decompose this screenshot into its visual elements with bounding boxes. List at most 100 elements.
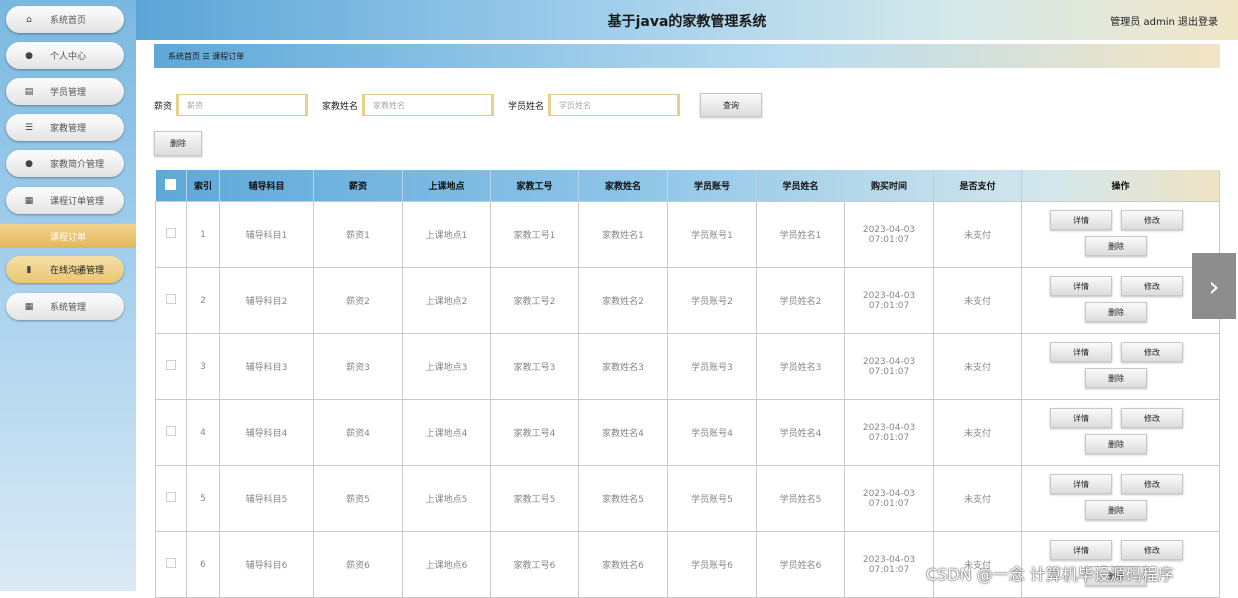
table-row: 4 辅导科目4 薪资4 上课地点4 家教工号4 家教姓名4 学员账号4 学员姓名4 2023-0…	[155, 399, 1220, 466]
row-select-cell[interactable]	[155, 531, 187, 598]
edit-button[interactable]: 修改	[1121, 276, 1183, 296]
user-icon: ●	[25, 50, 33, 61]
orders-table: 索引 辅导科目 薪资 上课地点 家教工号 家教姓名 学员账号 学员姓名 购买时间…	[155, 170, 1220, 598]
cell-index: 1	[186, 201, 220, 268]
actions-cell: 详情 修改删除	[1021, 201, 1220, 268]
sidebar-item-tutor-profiles[interactable]: ● 家教简介管理	[6, 150, 124, 177]
cell-paid: 未支付	[933, 333, 1022, 400]
cell-student-account: 学员账号3	[667, 333, 757, 400]
cell-student-account: 学员账号5	[667, 465, 757, 532]
delete-button[interactable]: 删除	[1085, 302, 1147, 322]
cell-student-account: 学员账号6	[667, 531, 757, 598]
delete-button[interactable]: 删除	[1085, 500, 1147, 520]
column-header: 学员账号	[667, 170, 757, 202]
sidebar-item-label: 家教管理	[50, 124, 87, 134]
detail-button[interactable]: 详情	[1050, 540, 1112, 560]
column-header: 家教姓名	[578, 170, 668, 202]
row-checkbox[interactable]	[166, 360, 176, 370]
row-checkbox[interactable]	[166, 294, 176, 304]
tutor-name-input[interactable]: 家教姓名	[362, 94, 495, 116]
search-button[interactable]: 查询	[700, 93, 763, 117]
book-icon: ▮	[26, 264, 32, 275]
sidebar-item-online-chat[interactable]: ▮ 在线沟通管理	[6, 256, 124, 283]
cell-tutor-name: 家教姓名2	[578, 267, 668, 334]
row-select-cell[interactable]	[155, 267, 187, 334]
delete-button[interactable]: 删除	[1085, 434, 1147, 454]
sidebar-item-label: 课程订单管理	[50, 197, 105, 207]
cell-salary: 薪资4	[313, 399, 403, 466]
cell-tutor-id: 家教工号4	[490, 399, 579, 466]
cell-time: 2023-04-03 07:01:07	[844, 531, 934, 598]
cell-location: 上课地点6	[402, 531, 491, 598]
next-page-arrow-icon[interactable]: ›	[1192, 253, 1236, 319]
actions-cell: 详情 修改删除	[1021, 399, 1220, 466]
sidebar-item-home[interactable]: ⌂ 系统首页	[6, 6, 124, 33]
sidebar-item-system[interactable]: ▦ 系统管理	[6, 293, 124, 320]
row-checkbox[interactable]	[166, 228, 176, 238]
cell-student-name: 学员姓名4	[756, 399, 845, 466]
cell-tutor-id: 家教工号2	[490, 267, 579, 334]
breadcrumb-text[interactable]: 系统首页 ☰ 课程订单	[168, 51, 244, 62]
grid-icon: ▦	[24, 195, 34, 206]
hand-cursor-icon: ☝	[75, 264, 83, 279]
edit-button[interactable]: 修改	[1121, 342, 1183, 362]
tutor-name-label: 家教姓名	[322, 101, 359, 112]
breadcrumb: 系统首页 ☰ 课程订单	[154, 44, 1220, 68]
cell-tutor-id: 家教工号6	[490, 531, 579, 598]
student-name-input[interactable]: 学员姓名	[548, 94, 681, 116]
home-icon: ⌂	[26, 14, 32, 25]
sidebar-item-label: 系统管理	[50, 303, 87, 313]
sidebar-item-profile[interactable]: ● 个人中心	[6, 42, 124, 69]
row-select-cell[interactable]	[155, 465, 187, 532]
cell-index: 3	[186, 333, 220, 400]
cell-subject: 辅导科目4	[219, 399, 314, 466]
delete-button[interactable]: 删除	[1085, 368, 1147, 388]
cell-tutor-name: 家教姓名4	[578, 399, 668, 466]
cell-paid: 未支付	[933, 267, 1022, 334]
row-select-cell[interactable]	[155, 333, 187, 400]
row-select-cell[interactable]	[155, 399, 187, 466]
edit-button[interactable]: 修改	[1121, 540, 1183, 560]
column-header: 操作	[1021, 170, 1220, 202]
delete-button[interactable]: 删除	[1085, 236, 1147, 256]
cell-location: 上课地点1	[402, 201, 491, 268]
detail-button[interactable]: 详情	[1050, 342, 1112, 362]
table-row: 1 辅导科目1 薪资1 上课地点1 家教工号1 家教姓名1 学员账号1 学员姓名1 2023-0…	[155, 201, 1220, 268]
detail-button[interactable]: 详情	[1050, 474, 1112, 494]
column-header: 是否支付	[933, 170, 1022, 202]
sidebar-item-label: 系统首页	[50, 16, 87, 26]
cell-salary: 薪资1	[313, 201, 403, 268]
sidebar-item-course-orders[interactable]: ▦ 课程订单管理	[6, 187, 124, 214]
cell-paid: 未支付	[933, 201, 1022, 268]
edit-button[interactable]: 修改	[1121, 210, 1183, 230]
table-header-row: 索引 辅导科目 薪资 上课地点 家教工号 家教姓名 学员账号 学员姓名 购买时间…	[155, 170, 1220, 202]
select-all-cell[interactable]	[155, 170, 187, 202]
cell-student-account: 学员账号2	[667, 267, 757, 334]
row-checkbox[interactable]	[166, 492, 176, 502]
salary-input[interactable]: 薪资	[176, 94, 309, 116]
submenu-item-course-orders[interactable]: 课程订单	[0, 224, 136, 248]
user-info-logout[interactable]: 管理员 admin 退出登录	[1110, 13, 1218, 28]
watermark: CSDN @一念 计算机毕设源码程序	[926, 565, 1174, 584]
cell-index: 4	[186, 399, 220, 466]
column-header: 索引	[186, 170, 220, 202]
cell-subject: 辅导科目6	[219, 531, 314, 598]
column-header: 家教工号	[490, 170, 579, 202]
detail-button[interactable]: 详情	[1050, 210, 1112, 230]
sidebar-item-tutors[interactable]: ☰ 家教管理	[6, 114, 124, 141]
row-checkbox[interactable]	[166, 558, 176, 568]
row-checkbox[interactable]	[166, 426, 176, 436]
edit-button[interactable]: 修改	[1121, 408, 1183, 428]
cell-tutor-name: 家教姓名1	[578, 201, 668, 268]
salary-label: 薪资	[154, 101, 173, 112]
column-header: 薪资	[313, 170, 403, 202]
cell-location: 上课地点3	[402, 333, 491, 400]
detail-button[interactable]: 详情	[1050, 408, 1112, 428]
select-all-checkbox[interactable]	[165, 178, 177, 190]
detail-button[interactable]: 详情	[1050, 276, 1112, 296]
cell-index: 2	[186, 267, 220, 334]
row-select-cell[interactable]	[155, 201, 187, 268]
sidebar-item-students[interactable]: ▤ 学员管理	[6, 78, 124, 105]
batch-delete-button[interactable]: 删除	[154, 131, 202, 156]
edit-button[interactable]: 修改	[1121, 474, 1183, 494]
